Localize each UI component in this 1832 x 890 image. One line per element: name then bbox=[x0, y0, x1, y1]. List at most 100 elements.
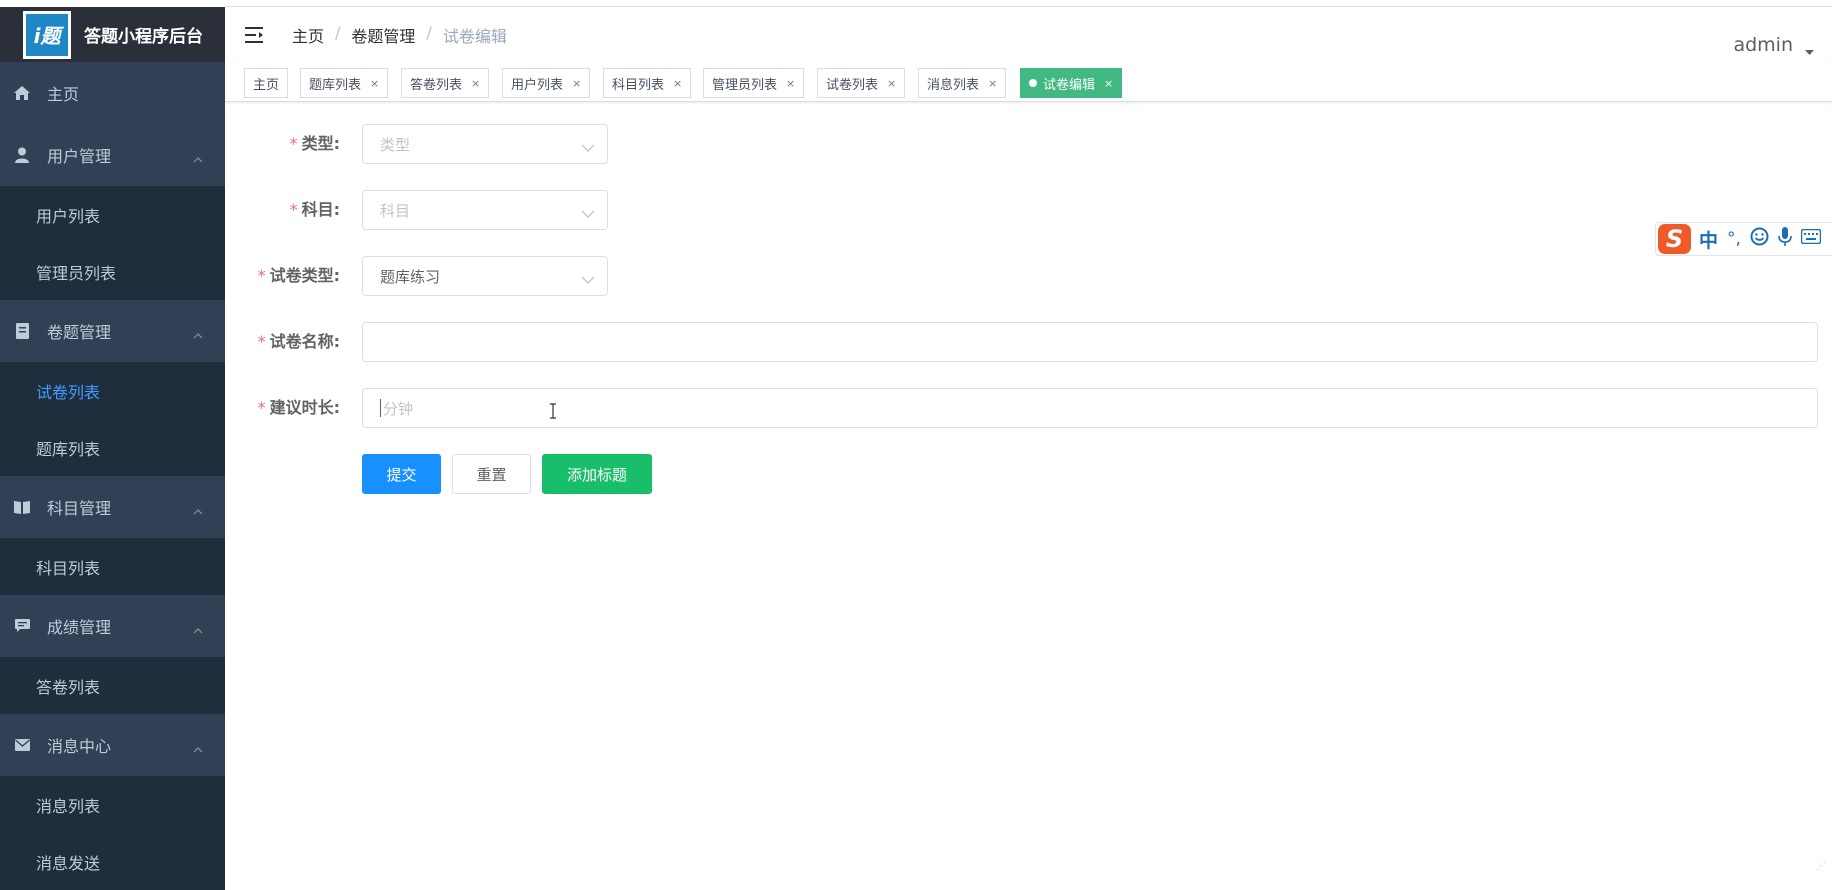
tag-label: 试卷编辑 bbox=[1043, 74, 1095, 93]
sidebar-item-message-list[interactable]: 消息列表 bbox=[0, 776, 225, 833]
ime-toolbar[interactable]: S 中 °, bbox=[1655, 222, 1832, 256]
tag-label: 主页 bbox=[253, 74, 279, 93]
tags-view: 主页 题库列表× 答卷列表× 用户列表× 科目列表× 管理员列表× 试卷列表× … bbox=[225, 64, 1832, 102]
hamburger-menu-icon[interactable] bbox=[245, 25, 267, 45]
subject-select[interactable]: 科目 bbox=[362, 190, 608, 230]
chevron-up-icon bbox=[193, 738, 203, 757]
sidebar-group-user-management[interactable]: 用户管理 bbox=[0, 124, 225, 186]
sidebar-group-score-management[interactable]: 成绩管理 bbox=[0, 595, 225, 657]
breadcrumb-current: 试卷编辑 bbox=[443, 23, 507, 47]
tag-subject-list[interactable]: 科目列表 × bbox=[603, 68, 691, 98]
paper-type-select[interactable]: 题库练习 bbox=[362, 256, 608, 296]
sidebar-group-label: 用户管理 bbox=[47, 143, 111, 167]
select-placeholder: 类型 bbox=[380, 134, 410, 155]
home-icon bbox=[14, 85, 30, 101]
caret-down-icon bbox=[1805, 38, 1814, 60]
form-row-paper-name: *试卷名称: bbox=[225, 322, 1832, 362]
paper-type-label: *试卷类型: bbox=[225, 256, 340, 296]
type-label: *类型: bbox=[225, 124, 340, 164]
text-cursor bbox=[380, 399, 381, 417]
chevron-down-icon bbox=[581, 270, 595, 288]
sidebar-group-label: 科目管理 bbox=[47, 495, 111, 519]
close-icon[interactable]: × bbox=[786, 77, 795, 90]
sidebar-item-user-list[interactable]: 用户列表 bbox=[0, 186, 225, 243]
close-icon[interactable]: × bbox=[673, 77, 682, 90]
chevron-up-icon bbox=[193, 324, 203, 343]
type-select[interactable]: 类型 bbox=[362, 124, 608, 164]
resize-grip-icon[interactable]: ⋰ bbox=[1816, 861, 1826, 872]
tag-home[interactable]: 主页 bbox=[244, 68, 288, 98]
sidebar-item-admin-list[interactable]: 管理员列表 bbox=[0, 243, 225, 300]
sidebar-item-paper-list[interactable]: 试卷列表 bbox=[0, 362, 225, 419]
paper-name-label: *试卷名称: bbox=[225, 322, 340, 362]
tag-admin-list[interactable]: 管理员列表 × bbox=[703, 68, 804, 98]
tag-label: 科目列表 bbox=[612, 74, 664, 93]
sidebar-item-question-bank-list[interactable]: 题库列表 bbox=[0, 419, 225, 476]
envelope-icon bbox=[14, 737, 30, 753]
required-mark: * bbox=[290, 200, 298, 219]
subject-label: *科目: bbox=[225, 190, 340, 230]
sidebar-item-subject-list[interactable]: 科目列表 bbox=[0, 538, 225, 595]
sidebar-item-message-send[interactable]: 消息发送 bbox=[0, 833, 225, 890]
tag-answer-sheet-list[interactable]: 答卷列表 × bbox=[401, 68, 489, 98]
microphone-icon[interactable] bbox=[1778, 227, 1792, 251]
breadcrumb-paper-management[interactable]: 卷题管理 bbox=[351, 23, 415, 47]
close-icon[interactable]: × bbox=[887, 77, 896, 90]
chevron-up-icon bbox=[193, 619, 203, 638]
sidebar-group-label: 卷题管理 bbox=[47, 319, 111, 343]
tag-label: 试卷列表 bbox=[826, 74, 878, 93]
breadcrumb-separator: / bbox=[426, 23, 431, 47]
emoji-icon[interactable] bbox=[1750, 227, 1769, 251]
ime-mode-toggle[interactable]: 中 bbox=[1699, 226, 1718, 253]
user-menu[interactable]: admin bbox=[1733, 30, 1814, 60]
app-title: 答题小程序后台 bbox=[84, 22, 203, 47]
chevron-down-icon bbox=[581, 138, 595, 156]
sidebar-group-label: 消息中心 bbox=[47, 733, 111, 757]
breadcrumb: 主页 / 卷题管理 / 试卷编辑 bbox=[292, 23, 507, 47]
tag-user-list[interactable]: 用户列表× bbox=[502, 68, 590, 98]
close-icon[interactable]: × bbox=[988, 77, 997, 90]
tag-question-bank-list[interactable]: 题库列表 × bbox=[300, 68, 388, 98]
tag-label: 题库列表 bbox=[309, 74, 361, 93]
sidebar-group-message-center[interactable]: 消息中心 bbox=[0, 714, 225, 776]
navbar: 主页 / 卷题管理 / 试卷编辑 admin bbox=[225, 7, 1832, 64]
close-icon[interactable]: × bbox=[471, 77, 480, 90]
tag-paper-list[interactable]: 试卷列表 × bbox=[817, 68, 905, 98]
form-row-subject: *科目: 科目 bbox=[225, 190, 1832, 230]
sidebar-group-paper-management[interactable]: 卷题管理 bbox=[0, 300, 225, 362]
active-dot-icon bbox=[1029, 79, 1037, 87]
required-mark: * bbox=[258, 332, 266, 351]
paper-name-input[interactable] bbox=[362, 322, 1818, 362]
comment-icon bbox=[14, 618, 30, 634]
app-logo-area[interactable]: i题 答题小程序后台 bbox=[0, 0, 225, 62]
keyboard-icon[interactable] bbox=[1801, 229, 1821, 249]
form-row-duration: *建议时长: 分钟 bbox=[225, 388, 1832, 428]
select-value: 题库练习 bbox=[380, 266, 440, 287]
form-actions: 提交 重置 添加标题 bbox=[225, 454, 1832, 494]
chevron-down-icon bbox=[581, 204, 595, 222]
submit-button[interactable]: 提交 bbox=[362, 454, 441, 494]
sidebar-item-answer-sheet-list[interactable]: 答卷列表 bbox=[0, 657, 225, 714]
tag-label: 答卷列表 bbox=[410, 74, 462, 93]
tag-message-list[interactable]: 消息列表 × bbox=[918, 68, 1006, 98]
sidebar-item-home[interactable]: 主页 bbox=[0, 62, 225, 124]
sidebar-group-subject-management[interactable]: 科目管理 bbox=[0, 476, 225, 538]
duration-input[interactable]: 分钟 bbox=[362, 388, 1818, 428]
close-icon[interactable]: × bbox=[370, 77, 379, 90]
required-mark: * bbox=[290, 134, 298, 153]
ime-punctuation-toggle[interactable]: °, bbox=[1727, 229, 1741, 249]
reset-button[interactable]: 重置 bbox=[452, 454, 531, 494]
tag-paper-edit[interactable]: 试卷编辑 × bbox=[1020, 68, 1122, 98]
ibeam-cursor-icon bbox=[549, 403, 557, 423]
user-icon bbox=[14, 147, 30, 163]
tag-label: 管理员列表 bbox=[712, 74, 777, 93]
tag-label: 消息列表 bbox=[927, 74, 979, 93]
top-border bbox=[0, 0, 1832, 7]
close-icon[interactable]: × bbox=[572, 77, 581, 90]
add-title-button[interactable]: 添加标题 bbox=[542, 454, 652, 494]
close-icon[interactable]: × bbox=[1104, 77, 1113, 90]
book-icon bbox=[14, 499, 30, 515]
chevron-up-icon bbox=[193, 148, 203, 167]
input-placeholder: 分钟 bbox=[383, 398, 413, 419]
breadcrumb-home[interactable]: 主页 bbox=[292, 23, 324, 47]
